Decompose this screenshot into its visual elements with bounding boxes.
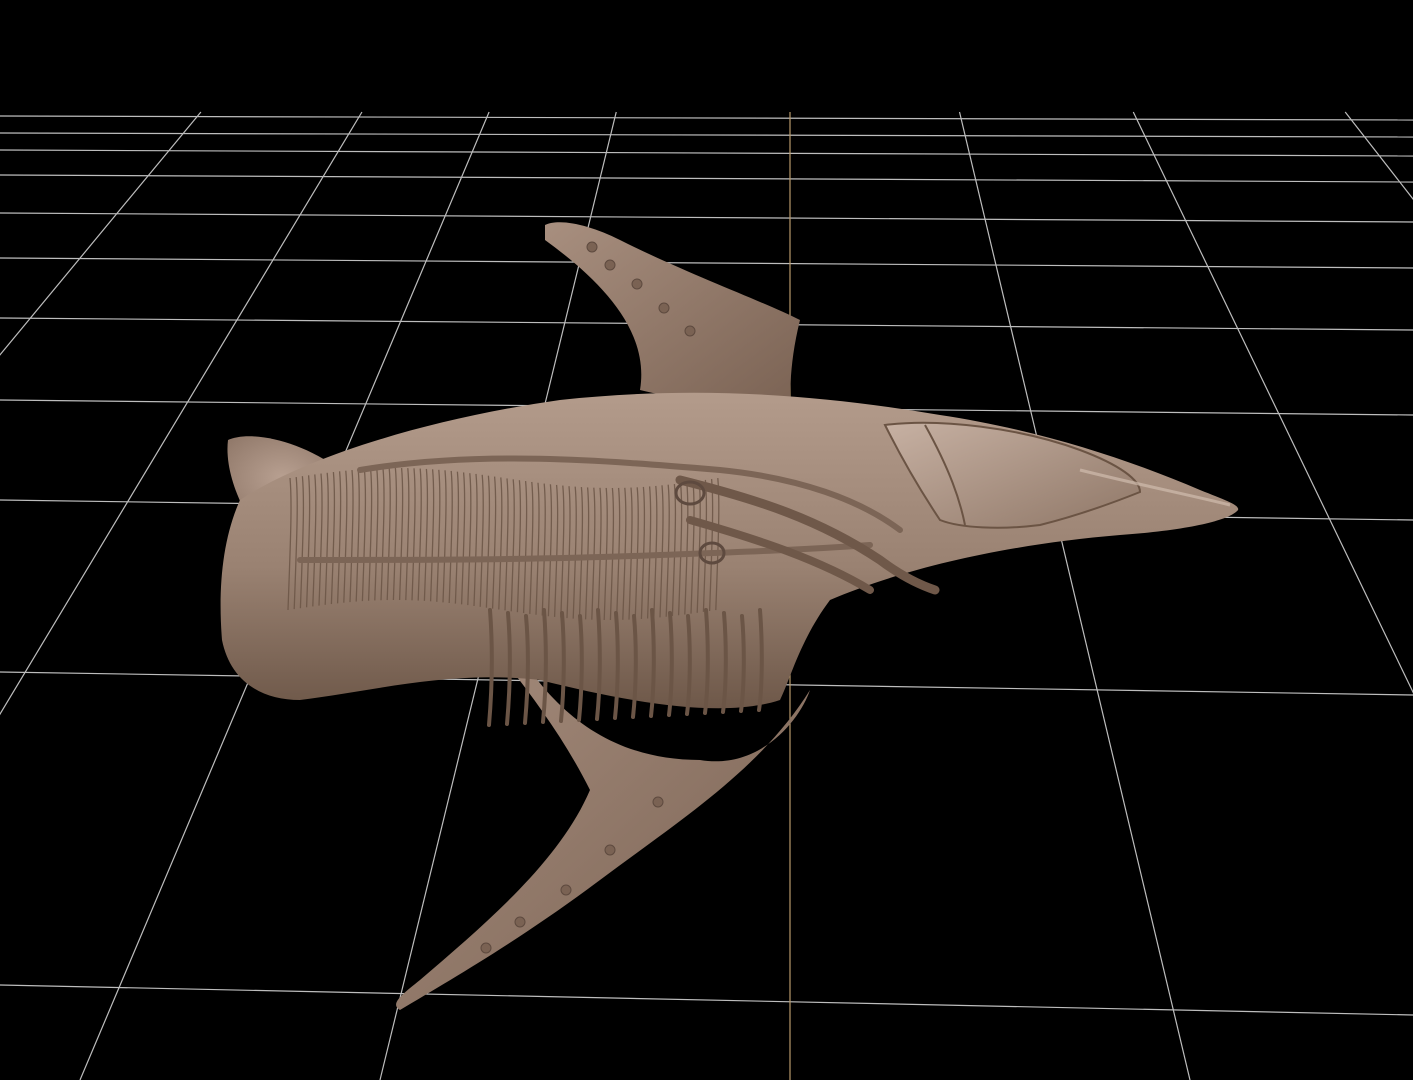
- wing-dot: [604, 259, 616, 271]
- grid-row-line: [0, 212, 1413, 223]
- wing-dot: [658, 302, 670, 314]
- wing-dot: [586, 241, 598, 253]
- grid-row-line: [0, 149, 1413, 157]
- grid-column-line: [1344, 111, 1413, 200]
- grid-row-line: [0, 984, 1413, 1016]
- spaceship-model-icon[interactable]: [220, 222, 1239, 1010]
- wing-dot: [480, 942, 492, 954]
- wing-dot: [514, 916, 526, 928]
- grid-column-line: [1132, 111, 1413, 694]
- grid-row-line: [0, 132, 1413, 138]
- upper-wing: [545, 222, 800, 410]
- grid-column-line: [0, 111, 202, 356]
- grid-row-line: [0, 115, 1413, 121]
- wing-dot: [604, 844, 616, 856]
- 3d-viewport[interactable]: [0, 0, 1413, 1080]
- grid-column-line: [958, 111, 1191, 1080]
- grid-row-line: [0, 174, 1413, 183]
- wing-dot: [560, 884, 572, 896]
- viewport-canvas[interactable]: [0, 0, 1413, 1080]
- wing-dot: [684, 325, 696, 337]
- wing-dot: [652, 796, 664, 808]
- wing-dot: [631, 278, 643, 290]
- grid-row-line: [0, 257, 1413, 269]
